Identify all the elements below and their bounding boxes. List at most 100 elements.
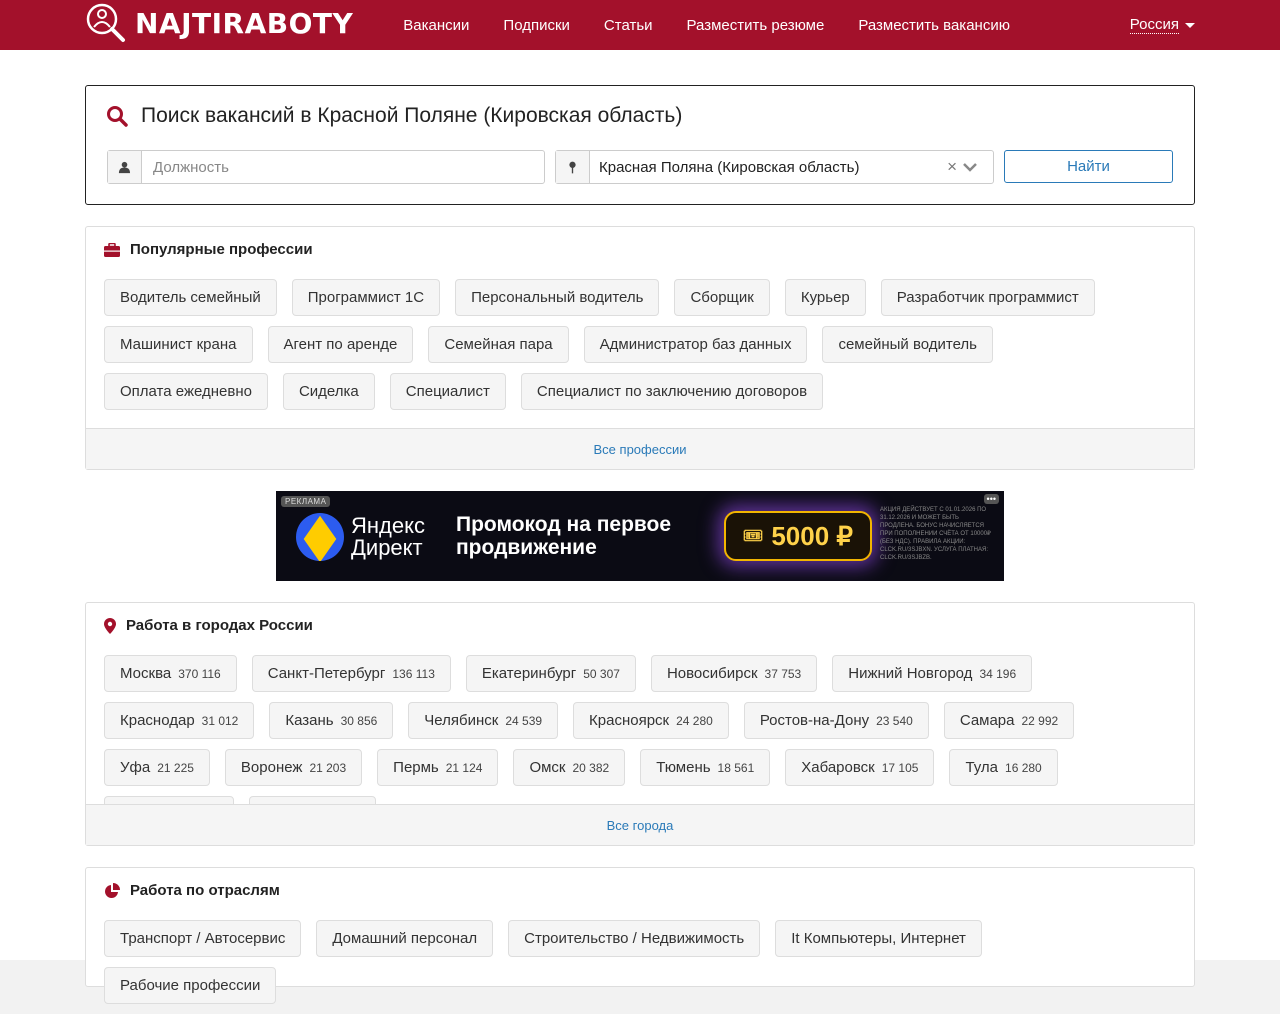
vacancy-count: 22 992 xyxy=(1021,713,1059,728)
profession-chip[interactable]: Агент по аренде xyxy=(267,326,414,363)
industries-title: Работа по отраслям xyxy=(130,882,280,899)
region-label: Россия xyxy=(1129,16,1179,34)
city-chip[interactable]: Санкт-Петербург 136 113 xyxy=(251,655,451,692)
chip-label: Краснодар xyxy=(120,712,195,729)
ad-brand-logo: Яндекс Директ xyxy=(296,513,425,561)
profession-chip[interactable]: семейный водитель xyxy=(822,326,993,363)
profession-chip[interactable]: Сиделка xyxy=(282,373,375,410)
main-nav: Вакансии Подписки Статьи Разместить резю… xyxy=(403,17,1044,34)
chip-label: Красноярск xyxy=(589,712,670,729)
chip-label: Персональный водитель xyxy=(471,289,644,306)
chip-label: Москва xyxy=(120,665,172,682)
profession-chip[interactable]: Персональный водитель xyxy=(455,279,660,316)
ad-brand-line2: Директ xyxy=(351,535,423,560)
ad-price: 5000 ₽ xyxy=(771,520,853,551)
cities-panel: Работа в городах России Москва 370 116 Сан… xyxy=(85,602,1195,846)
chip-label: Программист 1С xyxy=(307,289,425,306)
city-chip[interactable]: Нижний Новгород 34 196 xyxy=(832,655,1033,692)
nav-post-resume[interactable]: Разместить резюме xyxy=(687,17,825,34)
vacancy-count: 30 856 xyxy=(340,713,378,728)
city-chip[interactable]: Казань 30 856 xyxy=(269,702,394,739)
professions-footer: Все профессии xyxy=(86,428,1194,469)
profession-chip[interactable]: Машинист крана xyxy=(104,326,253,363)
profession-chip[interactable]: Программист 1С xyxy=(291,279,441,316)
chip-label: Специалист xyxy=(405,383,490,400)
city-chip[interactable]: Уфа 21 225 xyxy=(104,749,210,786)
position-field xyxy=(107,150,545,184)
vacancy-count: 18 561 xyxy=(717,760,755,775)
user-icon xyxy=(108,151,142,183)
cities-title: Работа в городах России xyxy=(126,617,313,634)
nav-subscriptions[interactable]: Подписки xyxy=(503,17,570,34)
industry-chip[interactable]: It Компьютеры, Интернет xyxy=(775,920,982,957)
city-chip[interactable]: Пермь 21 124 xyxy=(377,749,499,786)
city-chip[interactable]: Челябинск 24 539 xyxy=(408,702,559,739)
pie-chart-icon xyxy=(105,882,120,898)
profession-chip[interactable]: Курьер xyxy=(784,279,866,316)
profession-chip[interactable]: Специалист по заключению договоров xyxy=(520,373,824,410)
profession-chip[interactable]: Оплата ежедневно xyxy=(104,373,268,410)
nav-vacancies[interactable]: Вакансии xyxy=(403,17,469,34)
chip-label: Транспорт / Автосервис xyxy=(120,930,286,947)
chip-label: Самара xyxy=(959,712,1015,729)
caret-down-icon xyxy=(1185,22,1195,28)
nav-post-vacancy[interactable]: Разместить вакансию xyxy=(858,17,1010,34)
location-field[interactable]: Красная Поляна (Кировская область) × xyxy=(555,150,994,184)
city-chip[interactable]: Самара 22 992 xyxy=(943,702,1075,739)
region-selector[interactable]: Россия xyxy=(1129,16,1195,34)
city-chip[interactable]: Екатеринбург 50 307 xyxy=(465,655,636,692)
nav-articles[interactable]: Статьи xyxy=(604,17,653,34)
industry-chip[interactable]: Транспорт / Автосервис xyxy=(104,920,302,957)
city-chip[interactable]: Омск 20 382 xyxy=(513,749,626,786)
industries-panel: Работа по отраслям Транспорт / Автосерви… xyxy=(85,867,1195,1004)
profession-chip[interactable]: Специалист xyxy=(389,373,506,410)
clear-icon[interactable]: × xyxy=(947,157,957,177)
industry-chip[interactable]: Домашний персонал xyxy=(316,920,494,957)
chevron-down-icon[interactable] xyxy=(963,162,993,172)
vacancy-count: 24 539 xyxy=(505,713,543,728)
city-chip[interactable]: Красноярск 24 280 xyxy=(573,702,729,739)
site-logo[interactable]: NAJTIRABOTY xyxy=(85,0,353,48)
chip-label: Омск xyxy=(529,759,566,776)
vacancy-count: 37 753 xyxy=(764,666,802,681)
profession-chip[interactable]: Водитель семейный xyxy=(104,279,277,316)
profession-chip[interactable]: Администратор баз данных xyxy=(583,326,808,363)
map-pin-icon xyxy=(556,151,590,183)
popular-professions-panel: Популярные профессии Водитель семейный Пр… xyxy=(85,226,1195,470)
chip-label: Уфа xyxy=(120,759,151,776)
city-chip[interactable]: Тула 16 280 xyxy=(949,749,1058,786)
chip-label: Хабаровск xyxy=(801,759,875,776)
chip-label: Строительство / Недвижимость xyxy=(524,930,745,947)
profession-chip[interactable]: Сборщик xyxy=(674,279,770,316)
chip-label: Пермь xyxy=(393,759,439,776)
chip-label: Ростов-на-Дону xyxy=(759,712,870,729)
professions-heading: Популярные профессии xyxy=(104,241,313,258)
profession-chip[interactable]: Разработчик программист xyxy=(880,279,1095,316)
find-button[interactable]: Найти xyxy=(1004,150,1173,183)
chip-label: Агент по аренде xyxy=(283,336,398,353)
logo-magnifier-icon xyxy=(86,3,125,42)
yandex-direct-icon xyxy=(296,513,344,561)
chip-label: Домашний персонал xyxy=(332,930,478,947)
city-chip[interactable]: Новосибирск 37 753 xyxy=(650,655,818,692)
city-chip[interactable]: Ростов-на-Дону 23 540 xyxy=(743,702,929,739)
city-chip[interactable]: Краснодар 31 012 xyxy=(104,702,255,739)
city-chip[interactable]: Хабаровск 17 105 xyxy=(785,749,935,786)
ad-banner[interactable]: РЕКЛАМА ••• Яндекс Директ Промокод на пе… xyxy=(276,491,1004,581)
vacancy-count: 21 203 xyxy=(309,760,347,775)
city-chip[interactable]: Воронеж 21 203 xyxy=(224,749,363,786)
city-chip[interactable]: Тюмень 18 561 xyxy=(640,749,771,786)
all-professions-link[interactable]: Все профессии xyxy=(594,442,687,457)
industry-chip[interactable]: Строительство / Недвижимость xyxy=(508,920,761,957)
ad-label: РЕКЛАМА xyxy=(281,496,331,507)
professions-title: Популярные профессии xyxy=(130,241,313,258)
vacancy-count: 370 116 xyxy=(178,666,221,681)
city-chip[interactable]: Москва 370 116 xyxy=(104,655,237,692)
search-panel: Поиск вакансий в Красной Поляне (Кировск… xyxy=(85,85,1195,205)
position-input[interactable] xyxy=(142,152,544,182)
chip-label: Рабочие профессии xyxy=(120,977,261,994)
industry-chip[interactable]: Рабочие профессии xyxy=(104,967,277,1004)
all-cities-link[interactable]: Все города xyxy=(607,818,674,833)
ad-menu-icon[interactable]: ••• xyxy=(983,494,999,504)
profession-chip[interactable]: Семейная пара xyxy=(428,326,569,363)
